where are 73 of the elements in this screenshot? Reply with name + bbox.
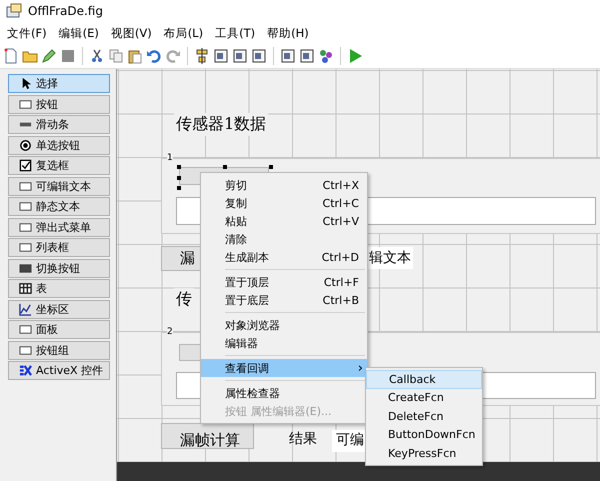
- menu-item[interactable]: 查看回调 ›: [201, 359, 367, 377]
- control-icon: [19, 364, 32, 377]
- menu-item[interactable]: ButtonDownFcn: [366, 426, 482, 444]
- menu-item[interactable]: CreateFcn: [366, 388, 482, 407]
- menu-item[interactable]: 视图(V): [106, 24, 157, 42]
- run-icon[interactable]: [347, 48, 363, 64]
- undo-icon[interactable]: [146, 48, 162, 64]
- menu-item[interactable]: 清除: [201, 230, 367, 248]
- control-icon: [19, 344, 32, 356]
- menu-item[interactable]: 剪切 Ctrl+X: [201, 176, 367, 194]
- palette-item[interactable]: 面板: [8, 320, 110, 339]
- selection-handle[interactable]: [269, 165, 273, 169]
- palette-item[interactable]: 静态文本: [8, 197, 110, 216]
- control-icon: [19, 282, 32, 295]
- menu-item[interactable]: 生成副本 Ctrl+D: [201, 248, 367, 266]
- palette-item[interactable]: 选择: [8, 74, 110, 93]
- menu-item[interactable]: 文件(F): [2, 24, 52, 42]
- menu-item[interactable]: 对象浏览器: [201, 316, 367, 334]
- static-text: 结果: [289, 430, 317, 448]
- menu-item[interactable]: 布局(L): [158, 24, 208, 42]
- menu-item[interactable]: 粘贴 Ctrl+V: [201, 212, 367, 230]
- palette-item[interactable]: 单选按钮: [8, 136, 110, 154]
- palette-item[interactable]: ActiveX 控件: [8, 361, 110, 380]
- paste-icon[interactable]: [127, 48, 143, 64]
- section-title: 传感器1数据: [174, 113, 268, 136]
- window-title: OfflFraDe.fig: [28, 4, 103, 18]
- palette-item[interactable]: 可编辑文本: [8, 176, 110, 196]
- pencil-icon[interactable]: [41, 48, 57, 64]
- control-icon: [19, 98, 32, 110]
- save-icon[interactable]: [60, 48, 76, 64]
- palette-item[interactable]: 滑动条: [8, 115, 110, 134]
- selection-handle[interactable]: [177, 165, 181, 169]
- object-browser-icon[interactable]: [318, 48, 334, 64]
- control-icon: [19, 241, 32, 254]
- palette-item[interactable]: 按钮组: [8, 340, 110, 360]
- edit-text[interactable]: 辑文本: [367, 247, 413, 269]
- selection-handle[interactable]: [177, 176, 181, 180]
- menu-item[interactable]: 置于顶层 Ctrl+F: [201, 273, 367, 291]
- selection-handle[interactable]: [223, 165, 227, 169]
- palette-item[interactable]: 弹出式菜单: [8, 218, 110, 236]
- menu-item[interactable]: 编辑(E): [54, 24, 104, 42]
- menu-item[interactable]: KeyPressFcn: [366, 444, 482, 462]
- palette-item[interactable]: 按钮: [8, 94, 110, 114]
- palette-item[interactable]: 表: [8, 279, 110, 298]
- menu-item[interactable]: Callback: [366, 370, 482, 388]
- menu-item[interactable]: 属性检查器: [201, 384, 367, 402]
- control-icon: [19, 180, 32, 192]
- menu-item[interactable]: DeleteFcn: [366, 407, 482, 426]
- control-icon: [19, 200, 32, 213]
- align-icon[interactable]: [194, 48, 210, 64]
- menu-item[interactable]: 工具(T): [210, 24, 260, 42]
- cut-icon[interactable]: [89, 48, 105, 64]
- palette-item[interactable]: 复选框: [8, 156, 110, 175]
- control-icon: [19, 323, 32, 336]
- figure-file-icon: [6, 3, 22, 19]
- edit-text[interactable]: 可编: [332, 430, 366, 452]
- control-icon: [19, 138, 32, 152]
- control-icon: [19, 262, 32, 274]
- menu-item[interactable]: 帮助(H): [262, 24, 314, 42]
- control-icon: [19, 302, 32, 316]
- control-icon: [19, 159, 32, 172]
- menu-item[interactable]: 编辑器: [201, 334, 367, 352]
- menu-item[interactable]: 复制 Ctrl+C: [201, 194, 367, 212]
- push-button[interactable]: 漏帧计算: [161, 423, 254, 449]
- menu-item[interactable]: 置于底层 Ctrl+B: [201, 291, 367, 309]
- palette-item[interactable]: 坐标区: [8, 300, 110, 318]
- panel-label: 1: [167, 153, 173, 163]
- palette-item[interactable]: 列表框: [8, 238, 110, 257]
- new-file-icon[interactable]: [3, 48, 19, 64]
- control-icon: [19, 220, 32, 234]
- palette-item[interactable]: 切换按钮: [8, 258, 110, 278]
- selection-handle[interactable]: [177, 186, 181, 190]
- panel-label: 2: [167, 327, 173, 337]
